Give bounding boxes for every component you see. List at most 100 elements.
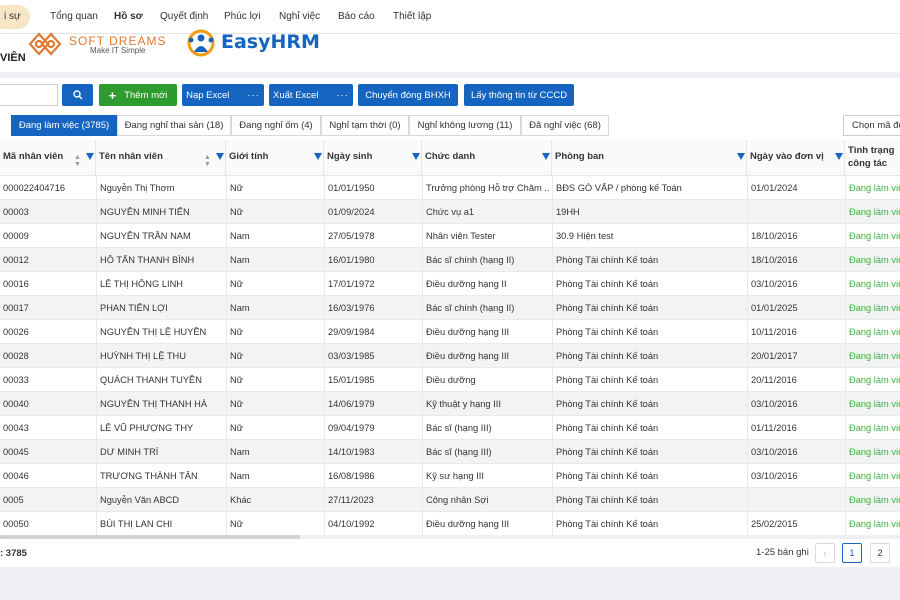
nav-item-tong-quan[interactable]: Tổng quan — [50, 11, 98, 22]
table-row[interactable]: 00045 DƯ MINH TRÍ Nam 14/10/1983 Bác sĩ (hạn… — [0, 440, 900, 464]
table-row[interactable]: 00033 QUÁCH THANH TUYỀN Nữ 15/01/1985 Điều d… — [0, 368, 900, 392]
cell-work-status: Đang làm việc — [849, 351, 900, 361]
cell-gender: Nữ — [230, 399, 243, 409]
filter-icon[interactable] — [412, 153, 420, 160]
cell-work-status: Đang làm việc — [849, 255, 900, 265]
page-1-button[interactable]: 1 — [842, 543, 862, 563]
cell-department: Phòng Tài chính Kế toán — [556, 495, 659, 505]
cell-employee-name: NGUYỄN THỊ LỆ HUYỀN — [100, 327, 207, 337]
cell-department: Phòng Tài chính Kế toán — [556, 327, 659, 337]
cell-employee-name: TRƯƠNG THÀNH TÂN — [100, 471, 198, 481]
cell-work-status: Đang làm việc — [849, 207, 900, 217]
column-header-birth-date[interactable]: Ngày sinh — [324, 140, 422, 176]
filter-icon[interactable] — [835, 153, 843, 160]
table-row[interactable]: 00028 HUỲNH THỊ LỆ THU Nữ 03/03/1985 Điều dư… — [0, 344, 900, 368]
tab-maternity-leave[interactable]: Đang nghỉ thai sản (18) — [117, 115, 231, 136]
filter-icon[interactable] — [542, 153, 550, 160]
cell-employee-code: 00040 — [3, 399, 29, 409]
tab-sick-leave[interactable]: Đang nghỉ ốm (4) — [231, 115, 321, 136]
nav-item-quyet-dinh[interactable]: Quyết định — [160, 11, 208, 22]
cell-birth-date: 16/08/1986 — [328, 471, 375, 481]
tab-working[interactable]: Đang làm việc (3785) — [11, 115, 117, 136]
cell-work-status: Đang làm việc — [849, 447, 900, 457]
cell-join-date: 18/10/2016 — [751, 255, 798, 265]
table-row[interactable]: 00012 HỒ TẤN THANH BÌNH Nam 16/01/1980 Bác s… — [0, 248, 900, 272]
filter-icon[interactable] — [737, 153, 745, 160]
cell-birth-date: 03/03/1985 — [328, 351, 375, 361]
add-employee-button[interactable]: + Thêm mới — [99, 84, 177, 106]
cell-gender: Nam — [230, 303, 250, 313]
get-cccd-info-button[interactable]: Lấy thông tin từ CCCD — [464, 84, 574, 106]
cell-work-status: Đang làm việc — [849, 423, 900, 433]
column-divider — [747, 176, 748, 535]
import-excel-button[interactable]: Nạp Excel ··· — [182, 84, 264, 106]
prev-page-button[interactable]: ‹ — [815, 543, 835, 563]
table-row[interactable]: 00017 PHAN TIẾN LỢI Nam 16/03/1976 Bác sĩ ch… — [0, 296, 900, 320]
page-title: VIÊN — [0, 52, 26, 64]
cell-gender: Nữ — [230, 207, 243, 217]
cell-title: Chức vụ a1 — [426, 207, 475, 217]
cell-title: Nhân viên Tester — [426, 231, 496, 241]
search-input[interactable] — [0, 84, 58, 106]
export-more-icon[interactable]: ··· — [336, 90, 349, 101]
cell-birth-date: 14/06/1979 — [328, 399, 375, 409]
cell-department: Phòng Tài chính Kế toán — [556, 399, 659, 409]
transfer-bhxh-button[interactable]: Chuyển đóng BHXH — [358, 84, 458, 106]
nav-item-nghi-viec[interactable]: Nghỉ việc — [279, 11, 320, 22]
table-row[interactable]: 00046 TRƯƠNG THÀNH TÂN Nam 16/08/1986 Kỹ sư … — [0, 464, 900, 488]
filter-icon[interactable] — [314, 153, 322, 160]
page-2-button[interactable]: 2 — [870, 543, 890, 563]
cell-title: Trưởng phòng Hỗ trợ Chăm ... — [426, 183, 550, 193]
import-more-icon[interactable]: ··· — [247, 90, 260, 101]
nav-item-thiet-lap[interactable]: Thiết lập — [393, 11, 431, 22]
table-row[interactable]: 00016 LÊ THỊ HỒNG LINH Nữ 17/01/1972 Điều dư… — [0, 272, 900, 296]
table-row[interactable]: 00043 LÊ VŨ PHƯỢNG THY Nữ 09/04/1979 Bác sĩ … — [0, 416, 900, 440]
sort-icon[interactable]: ▲ ▼ — [204, 154, 211, 168]
column-divider — [552, 176, 553, 535]
choose-code-select[interactable]: Chọn mã đơ — [843, 115, 900, 136]
tab-resigned[interactable]: Đã nghỉ việc (68) — [521, 115, 609, 136]
cell-work-status: Đang làm việc — [849, 519, 900, 529]
column-header-department[interactable]: Phòng ban — [552, 140, 747, 176]
filter-icon[interactable] — [86, 153, 94, 160]
sort-icon[interactable]: ▲ ▼ — [74, 154, 81, 168]
easyhrm-logo-text: EasyHRM — [221, 31, 320, 53]
table-row[interactable]: 00026 NGUYỄN THỊ LỆ HUYỀN Nữ 29/09/1984 Điều… — [0, 320, 900, 344]
nav-item-bao-cao[interactable]: Báo cáo — [338, 11, 375, 22]
column-header-work-status[interactable]: Tình trạng công tác — [845, 140, 900, 176]
cell-employee-code: 00026 — [3, 327, 29, 337]
cell-gender: Nữ — [230, 279, 243, 289]
cell-gender: Nữ — [230, 375, 243, 385]
cell-gender: Nam — [230, 471, 250, 481]
nav-item-nhan-su[interactable]: i sự — [0, 5, 30, 29]
column-header-gender[interactable]: Giới tính — [226, 140, 324, 176]
cell-employee-name: PHAN TIẾN LỢI — [100, 303, 168, 313]
table-row[interactable]: 0005 Nguyễn Văn ABCD Khác 27/11/2023 Công nh… — [0, 488, 900, 512]
cell-join-date: 18/10/2016 — [751, 231, 798, 241]
cell-employee-name: LÊ THỊ HỒNG LINH — [100, 279, 184, 289]
search-button[interactable] — [62, 84, 93, 106]
cell-title: Kỹ thuật y hạng III — [426, 399, 501, 409]
column-header-join-date[interactable]: Ngày vào đơn vị — [747, 140, 845, 176]
table-row[interactable]: 000022404716 Nguyễn Thị Thơm Nữ 01/01/1950 T… — [0, 176, 900, 200]
cell-employee-code: 00009 — [3, 231, 29, 241]
nav-item-phuc-loi[interactable]: Phúc lợi — [224, 11, 261, 22]
table-row[interactable]: 00009 NGUYỄN TRẦN NAM Nam 27/05/1978 Nhân vi… — [0, 224, 900, 248]
cell-join-date: 03/10/2016 — [751, 279, 798, 289]
table-row[interactable]: 00050 BÙI THỊ LAN CHI Nữ 04/10/1992 Điều dưỡ… — [0, 512, 900, 535]
cell-employee-name: NGUYỄN TRẦN NAM — [100, 231, 191, 241]
column-header-employee-code[interactable]: Mã nhân viên — [0, 140, 96, 176]
tab-temporary-leave[interactable]: Nghỉ tạm thời (0) — [321, 115, 409, 136]
tab-unpaid-leave[interactable]: Nghỉ không lương (11) — [409, 115, 521, 136]
cell-department: Phòng Tài chính Kế toán — [556, 423, 659, 433]
filter-icon[interactable] — [216, 153, 224, 160]
cell-employee-code: 00003 — [3, 207, 29, 217]
cell-department: Phòng Tài chính Kế toán — [556, 471, 659, 481]
table-row[interactable]: 00003 NGUYỄN MINH TIẾN Nữ 01/09/2024 Chức vụ… — [0, 200, 900, 224]
column-header-title[interactable]: Chức danh — [422, 140, 552, 176]
nav-item-ho-so[interactable]: Hồ sơ — [114, 11, 143, 22]
cell-join-date: 03/10/2016 — [751, 399, 798, 409]
export-excel-button[interactable]: Xuất Excel ··· — [269, 84, 353, 106]
cell-department: 19HH — [556, 207, 580, 217]
table-row[interactable]: 00040 NGUYỄN THỊ THANH HÀ Nữ 14/06/1979 Kỹ t… — [0, 392, 900, 416]
